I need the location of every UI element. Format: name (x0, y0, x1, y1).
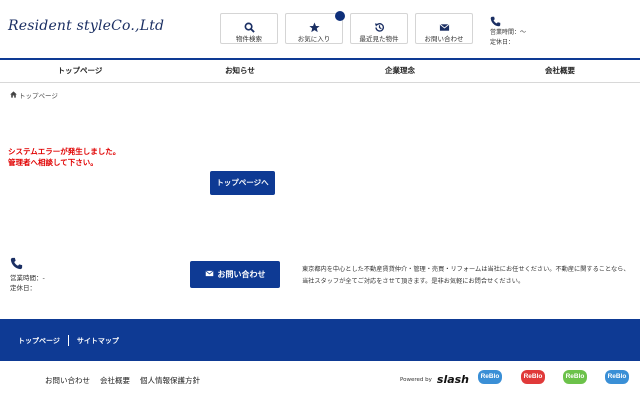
reblo-badge[interactable]: ReBlo (478, 370, 502, 384)
reblo-badge[interactable]: ReBlo (605, 370, 629, 384)
store-holiday-label: 定休日： (10, 284, 36, 292)
site-logo[interactable]: Resident styleCo.,Ltd (8, 18, 164, 34)
footer-links: トップページ サイトマップ (18, 335, 119, 346)
company-description: 東京都内を中心とした不動産賃貸仲介・管理・売買・リフォームは当社にお任せください… (302, 266, 630, 285)
bottom-link-privacy[interactable]: 個人情報保護方針 (140, 375, 200, 386)
contact-button[interactable]: お問い合わせ (190, 261, 280, 288)
header-holiday-label: 定休日： (490, 39, 515, 46)
store-hours-label: 営業時間：- (10, 274, 45, 282)
footer-link-sitemap[interactable]: サイトマップ (77, 336, 119, 346)
nav-item-top[interactable]: トップページ (0, 60, 160, 82)
bottom-links: お問い合わせ 会社概要 個人情報保護方針 (45, 375, 200, 386)
history-icon (351, 18, 407, 32)
breadcrumb: トップページ (10, 90, 58, 100)
footer-link-top[interactable]: トップページ (18, 336, 60, 346)
error-line-2: 管理者へ相談して下さい。 (8, 158, 98, 167)
mail-icon (416, 18, 472, 32)
header-hours: 営業時間：～ 定休日： (490, 28, 526, 48)
bottom-link-company[interactable]: 会社概要 (100, 375, 130, 386)
main-nav: トップページ お知らせ 企業理念 会社概要 (0, 58, 640, 83)
recently-viewed-button[interactable]: 最近見た物件 (350, 13, 408, 44)
contact-button-label: お問い合わせ (217, 270, 266, 279)
recently-viewed-label: 最近見た物件 (359, 35, 399, 43)
property-search-button[interactable]: 物件検索 (220, 13, 278, 44)
nav-item-news[interactable]: お知らせ (160, 60, 320, 82)
contact-header-label: お問い合わせ (424, 35, 464, 43)
slash-logo: slash (436, 373, 470, 386)
search-icon (221, 18, 277, 33)
error-line-1: システムエラーが発生しました。 (8, 147, 121, 156)
star-icon (286, 18, 342, 33)
powered-by-label: Powered by (400, 376, 432, 383)
go-top-page-button[interactable]: トップページへ (210, 171, 275, 195)
reblo-badge[interactable]: ReBlo (563, 370, 587, 384)
mail-icon (205, 270, 218, 279)
page: Resident styleCo.,Ltd 物件検索 お気に入り 最近見た物件 … (0, 0, 640, 400)
nav-item-company[interactable]: 会社概要 (480, 60, 640, 82)
powered-by[interactable]: Powered by slash (400, 373, 469, 386)
header-hours-label: 営業時間：～ (490, 29, 527, 36)
footer-divider (67, 335, 69, 346)
phone-icon (10, 255, 23, 274)
favorites-label: お気に入り (297, 35, 331, 43)
error-message: システムエラーが発生しました。 管理者へ相談して下さい。 (8, 146, 120, 168)
home-icon (10, 90, 17, 100)
breadcrumb-top-link[interactable]: トップページ (19, 90, 58, 100)
property-search-label: 物件検索 (236, 35, 262, 43)
bottom-link-contact[interactable]: お問い合わせ (45, 375, 90, 386)
store-hours: 営業時間：- 定休日： (10, 273, 45, 293)
contact-header-button[interactable]: お問い合わせ (415, 13, 473, 44)
footer-band: トップページ サイトマップ (0, 319, 640, 361)
nav-item-philosophy[interactable]: 企業理念 (320, 60, 480, 82)
reblo-badge[interactable]: ReBlo (521, 370, 545, 384)
favorites-count-badge (335, 11, 345, 21)
